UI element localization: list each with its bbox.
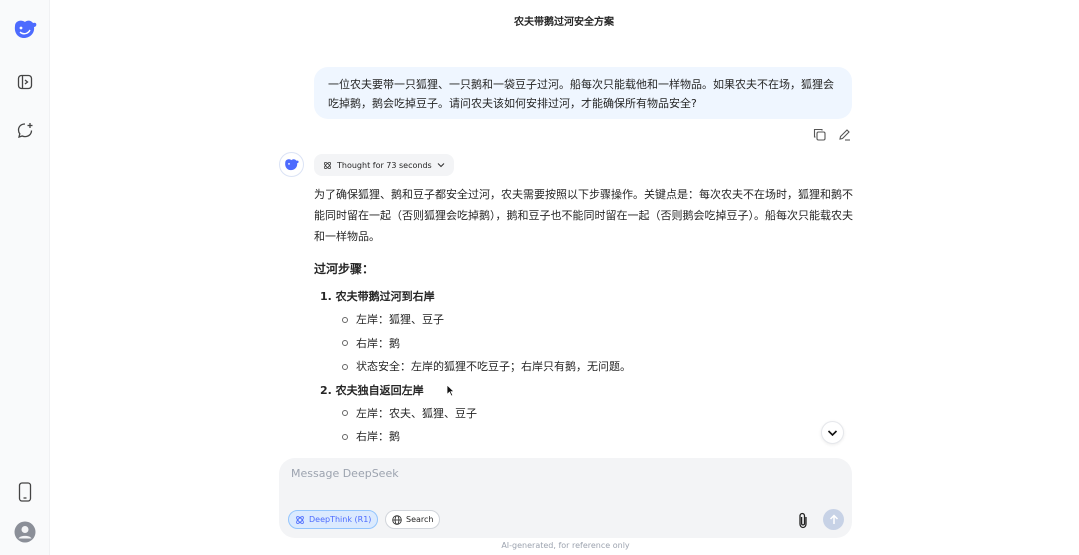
page-title: 农夫带鹅过河安全方案 [514,17,614,28]
message-actions [812,127,852,142]
mouse-cursor-icon [446,382,456,401]
footer-disclaimer: AI-generated, for reference only [501,541,630,550]
globe-icon [392,514,402,525]
list-item: 左岸：农夫、狐狸、豆子 [314,402,856,426]
assistant-answer: 为了确保狐狸、鹅和豆子都安全过河，农夫需要按照以下步骤操作。关键点是：每次农夫不… [314,184,856,449]
bullet-icon [342,363,348,370]
step: 1. 农夫带鹅过河到右岸 左岸：狐狸、豆子 右岸：鹅 状态安全：左岸的狐狸不吃豆… [314,285,856,379]
deepthink-atom-icon [324,161,331,169]
send-button[interactable] [823,509,844,530]
deepthink-atom-icon [296,515,304,524]
answer-intro: 为了确保狐狸、鹅和豆子都安全过河，农夫需要按照以下步骤操作。关键点是：每次农夫不… [314,188,853,243]
deepthink-label: DeepThink (R1) [309,515,372,524]
step: 2. 农夫独自返回左岸 左岸：农夫、狐狸、豆子 右岸：鹅 [314,379,856,449]
edit-icon[interactable] [837,127,852,142]
steps-heading: 过河步骤： [314,262,375,276]
step-title: 1. 农夫带鹅过河到右岸 [320,290,435,303]
new-chat-icon[interactable] [12,117,38,143]
assistant-avatar [279,152,304,177]
bullet-icon [342,316,348,323]
message-input[interactable] [289,466,773,481]
whale-logo-icon [285,159,299,171]
list-item: 右岸：鹅 [314,332,856,356]
bullet-icon [342,340,348,347]
list-item-text: 状态安全：左岸的狐狸不吃豆子；右岸只有鹅，无问题。 [356,360,631,373]
chevron-down-icon [827,429,838,436]
list-item-text: 右岸：鹅 [356,336,400,350]
user-message-text: 一位农夫要带一只狐狸、一只鹅和一袋豆子过河。船每次只能载他和一样物品。如果农夫不… [328,78,834,110]
list-item-text: 右岸：鹅 [356,430,400,443]
step-title: 2. 农夫独自返回左岸 [320,383,424,397]
bullet-icon [342,433,348,440]
chevron-down-icon [437,163,445,168]
search-label: Search [406,515,434,524]
list-item-text: 左岸：农夫、狐狸、豆子 [356,406,477,420]
mobile-app-icon[interactable] [12,479,38,505]
scroll-to-bottom-button[interactable] [821,421,844,444]
deepthink-toggle[interactable]: DeepThink (R1) [288,510,379,529]
user-message-bubble: 一位农夫要带一只狐狸、一只鹅和一袋豆子过河。船每次只能载他和一样物品。如果农夫不… [314,67,852,119]
sidebar-toggle-icon[interactable] [12,69,38,95]
bullet-icon [342,410,348,417]
list-item: 状态安全：左岸的狐狸不吃豆子；右岸只有鹅，无问题。 [314,355,856,379]
copy-icon[interactable] [812,127,827,142]
list-item-text: 左岸：狐狸、豆子 [356,313,444,326]
thought-label: Thought for 73 seconds [337,160,432,170]
thought-toggle[interactable]: Thought for 73 seconds [314,154,454,176]
sidebar [0,0,50,555]
list-item: 左岸：狐狸、豆子 [314,308,856,332]
user-avatar-icon[interactable] [12,519,38,545]
list-item: 右岸：鹅 [314,425,856,449]
search-toggle[interactable]: Search [385,510,441,529]
paperclip-icon[interactable] [794,510,812,530]
arrow-up-icon [829,514,838,524]
whale-logo-icon[interactable] [12,16,38,42]
message-composer: DeepThink (R1) Search [279,458,852,538]
